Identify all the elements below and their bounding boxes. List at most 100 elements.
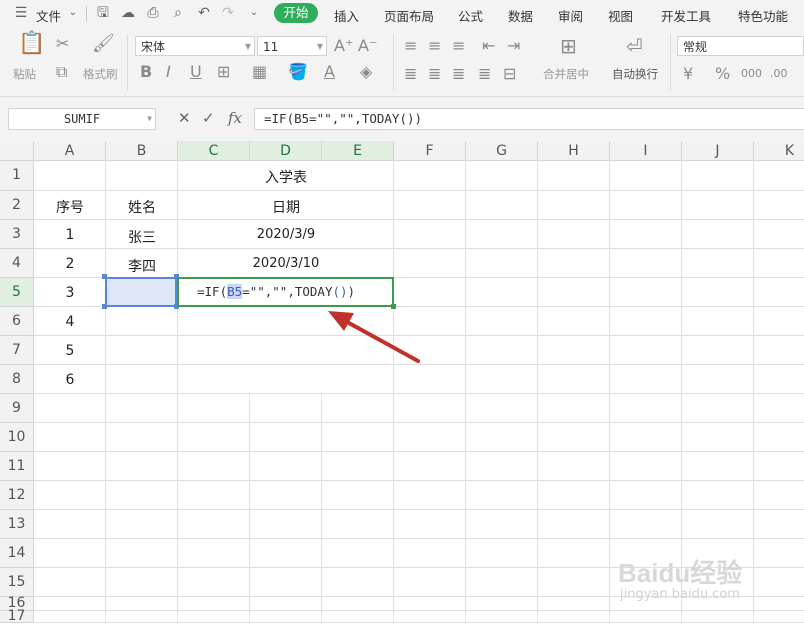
title-cell[interactable]: 入学表 — [178, 167, 394, 187]
percent-icon[interactable]: % — [715, 66, 730, 82]
tab-special[interactable]: 特色功能 — [738, 6, 788, 25]
row-header[interactable]: 2 — [0, 191, 34, 220]
row-header[interactable]: 6 — [0, 307, 34, 336]
paste-icon[interactable]: 📋 — [18, 33, 45, 55]
redo-icon[interactable]: ↷ — [221, 6, 235, 20]
row-header[interactable]: 4 — [0, 249, 34, 278]
copy-icon[interactable]: ⧉ — [56, 64, 67, 80]
format-painter-button[interactable]: 格式刷 — [83, 66, 118, 82]
cell-no[interactable]: 6 — [34, 372, 106, 388]
cell-no[interactable]: 1 — [34, 227, 106, 243]
align-bottom-icon[interactable]: ≡ — [452, 38, 465, 54]
font-color-icon[interactable]: A — [324, 64, 335, 80]
cancel-icon[interactable]: ✕ — [178, 109, 191, 127]
column-header[interactable]: B — [106, 141, 178, 161]
cell-no[interactable]: 2 — [34, 256, 106, 272]
column-header[interactable]: I — [610, 141, 682, 161]
formula-input[interactable]: =IF(B5="","",TODAY()) — [254, 108, 804, 130]
row-header[interactable]: 10 — [0, 423, 34, 452]
cell-name[interactable]: 李四 — [106, 256, 178, 276]
row-header[interactable]: 17 — [0, 609, 34, 623]
tab-review[interactable]: 审阅 — [558, 6, 583, 25]
wrap-text-icon[interactable]: ⏎ — [626, 36, 643, 56]
header-name[interactable]: 姓名 — [106, 197, 178, 217]
row-header[interactable]: 5 — [0, 278, 34, 307]
wrap-text-button[interactable]: 自动换行 — [612, 66, 658, 82]
increase-decimal-icon[interactable]: .00 — [770, 66, 788, 82]
header-date[interactable]: 日期 — [178, 197, 394, 217]
cell-no[interactable]: 5 — [34, 343, 106, 359]
save-icon[interactable]: 🖫 — [96, 6, 110, 20]
row-header[interactable]: 15 — [0, 568, 34, 597]
row-header[interactable]: 7 — [0, 336, 34, 365]
indent-increase-icon[interactable]: ⇥ — [507, 38, 520, 54]
border-icon[interactable]: ⊞ — [217, 64, 230, 80]
cell-no[interactable]: 3 — [34, 285, 106, 301]
row-header[interactable]: 8 — [0, 365, 34, 394]
row-header[interactable]: 14 — [0, 539, 34, 568]
tab-view[interactable]: 视图 — [608, 6, 633, 25]
cloud-icon[interactable]: ☁ — [121, 6, 135, 20]
distributed-icon[interactable]: ⊟ — [503, 66, 516, 82]
font-size-select[interactable]: 11 ▼ — [257, 36, 327, 56]
tab-page-layout[interactable]: 页面布局 — [384, 6, 434, 25]
align-left-icon[interactable]: ≣ — [404, 66, 417, 82]
number-format-select[interactable]: 常规 — [677, 36, 804, 56]
tab-insert[interactable]: 插入 — [334, 6, 359, 25]
file-menu[interactable]: 文件 — [36, 6, 61, 25]
column-header[interactable]: K — [754, 141, 804, 161]
undo-icon[interactable]: ↶ — [197, 6, 211, 20]
column-header[interactable]: F — [394, 141, 466, 161]
format-painter-icon[interactable]: 🖌 — [92, 35, 115, 53]
paste-button[interactable]: 粘贴 — [13, 66, 36, 82]
column-header[interactable]: H — [538, 141, 610, 161]
name-box[interactable]: SUMIF ▼ — [8, 108, 156, 130]
align-center-icon[interactable]: ≣ — [428, 66, 441, 82]
tab-home[interactable]: 开始 — [274, 3, 318, 23]
row-header[interactable]: 9 — [0, 394, 34, 423]
justify-icon[interactable]: ≣ — [478, 66, 491, 82]
thousands-icon[interactable]: 000 — [741, 66, 762, 82]
align-right-icon[interactable]: ≣ — [452, 66, 465, 82]
header-no[interactable]: 序号 — [34, 197, 106, 217]
select-all-corner[interactable] — [0, 141, 34, 161]
cut-icon[interactable]: ✂ — [56, 36, 69, 52]
cell-name[interactable]: 张三 — [106, 227, 178, 247]
column-header[interactable]: C — [178, 141, 250, 161]
column-header[interactable]: E — [322, 141, 394, 161]
underline-icon[interactable]: U — [190, 64, 202, 80]
merge-center-button[interactable]: 合并居中 — [543, 66, 589, 82]
tab-data[interactable]: 数据 — [508, 6, 533, 25]
cell-date[interactable]: 2020/3/9 — [178, 227, 394, 242]
print-icon[interactable]: ⎙ — [146, 6, 160, 20]
font-name-select[interactable]: 宋体 ▼ — [135, 36, 255, 56]
row-header[interactable]: 12 — [0, 481, 34, 510]
function-icon[interactable]: fx — [228, 109, 242, 127]
column-header[interactable]: G — [466, 141, 538, 161]
column-header[interactable]: D — [250, 141, 322, 161]
row-header[interactable]: 1 — [0, 161, 34, 191]
clear-format-icon[interactable]: ◈ — [360, 64, 372, 80]
row-header[interactable]: 3 — [0, 220, 34, 249]
merge-center-icon[interactable]: ⊞ — [560, 36, 577, 56]
column-header[interactable]: J — [682, 141, 754, 161]
resize-handle[interactable] — [102, 304, 107, 309]
referenced-cell-b5[interactable] — [105, 277, 177, 307]
tab-formulas[interactable]: 公式 — [458, 6, 483, 25]
currency-icon[interactable]: ¥ — [683, 66, 693, 82]
increase-font-icon[interactable]: A⁺ — [334, 38, 353, 54]
hamburger-menu-icon[interactable]: ☰ — [14, 6, 28, 20]
bold-icon[interactable]: B — [140, 64, 152, 80]
resize-handle[interactable] — [102, 274, 107, 279]
tab-developer[interactable]: 开发工具 — [661, 6, 711, 25]
column-header[interactable]: A — [34, 141, 106, 161]
fill-style-icon[interactable]: ▦ — [252, 64, 267, 80]
indent-decrease-icon[interactable]: ⇤ — [482, 38, 495, 54]
cell-no[interactable]: 4 — [34, 314, 106, 330]
decrease-font-icon[interactable]: A⁻ — [358, 38, 377, 54]
print-preview-icon[interactable]: ⌕ — [171, 6, 185, 20]
confirm-icon[interactable]: ✓ — [202, 109, 215, 127]
align-middle-icon[interactable]: ≡ — [428, 38, 441, 54]
row-header[interactable]: 13 — [0, 510, 34, 539]
row-header[interactable]: 11 — [0, 452, 34, 481]
